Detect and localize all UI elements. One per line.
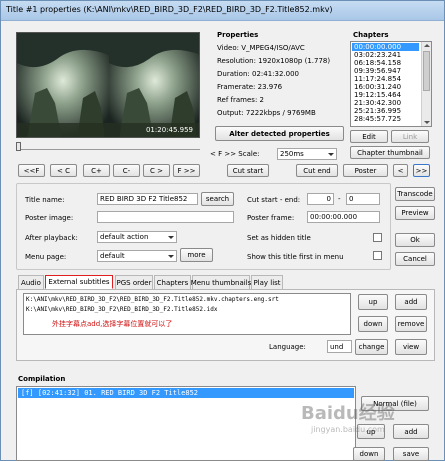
- scroll-up-icon[interactable]: [424, 44, 430, 47]
- tab-play-list[interactable]: Play list: [251, 275, 283, 289]
- menu-page-label: Menu page:: [25, 253, 67, 261]
- tab-pgs-order[interactable]: PGS order: [115, 275, 153, 289]
- cancel-button[interactable]: Cancel: [395, 252, 435, 266]
- cut-start-input[interactable]: 0: [307, 193, 334, 205]
- transport-next-file-button[interactable]: F >>: [173, 164, 200, 177]
- video-preview: 01:20:45.959: [16, 32, 200, 138]
- chapter-edit-button[interactable]: Edit: [350, 130, 388, 143]
- properties-window: Title #1 properties (K:\ANI\mkv\RED_BIRD…: [0, 0, 445, 461]
- preview-button[interactable]: Preview: [395, 206, 435, 220]
- show-first-checkbox[interactable]: [373, 251, 382, 260]
- property-resolution: Resolution: 1920x1080p (1.778): [217, 57, 331, 65]
- subtitle-add-button[interactable]: add: [395, 294, 427, 310]
- title-bar: Title #1 properties (K:\ANI\mkv\RED_BIRD…: [1, 1, 444, 21]
- video-timecode: 01:20:45.959: [145, 126, 193, 134]
- chapter-item[interactable]: 25:21:36.995: [354, 107, 401, 115]
- subtitle-view-button[interactable]: view: [395, 339, 427, 355]
- subtitle-remove-button[interactable]: remove: [395, 316, 427, 332]
- cut-range-dash: -: [338, 195, 341, 203]
- poster-frame-label: Poster frame:: [247, 214, 295, 222]
- watermark-url: jingyan.baidu.com: [311, 425, 385, 434]
- chapters-list[interactable]: 00:00:00.000 03:02:23.241 06:18:54.158 0…: [350, 41, 432, 127]
- compilation-down-button[interactable]: down: [353, 447, 385, 461]
- next-title-button[interactable]: >>: [413, 164, 430, 177]
- chapter-item[interactable]: 00:00:00.000: [352, 43, 419, 51]
- title-name-input[interactable]: RED BIRD 3D F2 Title852: [97, 193, 198, 205]
- transport-next-chapter-button[interactable]: C >: [143, 164, 170, 177]
- subtitle-up-button[interactable]: up: [358, 294, 388, 310]
- scroll-thumb[interactable]: [423, 51, 430, 91]
- chapter-item[interactable]: 28:45:57.725: [354, 115, 401, 123]
- chapter-item[interactable]: 21:30:42.300: [354, 99, 401, 107]
- chapter-thumbnail-button[interactable]: Chapter thumbnail: [350, 146, 430, 159]
- transcode-button[interactable]: Transcode: [395, 187, 435, 201]
- title-name-label: Title name:: [25, 196, 65, 204]
- cut-start-button[interactable]: Cut start: [227, 164, 269, 177]
- scroll-down-icon[interactable]: [424, 121, 430, 124]
- seek-slider[interactable]: [16, 142, 200, 151]
- cut-end-input[interactable]: 0: [346, 193, 380, 205]
- cut-end-button[interactable]: Cut end: [296, 164, 338, 177]
- subtitle-file-item[interactable]: K:\ANI\mkv\RED_BIRD_3D_F2\RED_BIRD_3D_F2…: [26, 296, 279, 303]
- search-button[interactable]: search: [201, 192, 234, 206]
- compilation-save-button[interactable]: save: [393, 447, 429, 461]
- hidden-title-label: Set as hidden title: [247, 234, 311, 242]
- tab-menu-thumbnails[interactable]: Menu thumbnails: [191, 275, 251, 289]
- watermark-logo: Baidu经验: [301, 403, 395, 424]
- show-first-label: Show this title first in menu: [247, 253, 344, 261]
- property-video: Video: V_MPEG4/ISO/AVC: [217, 44, 305, 52]
- properties-heading: Properties: [217, 31, 259, 39]
- property-duration: Duration: 02:41:32.000: [217, 70, 300, 78]
- seek-thumb[interactable]: [16, 142, 21, 151]
- compilation-heading: Compilation: [18, 375, 66, 383]
- chapter-item[interactable]: 11:17:24.854: [354, 75, 401, 83]
- chapters-scrollbar[interactable]: [421, 42, 431, 126]
- window-title: Title #1 properties (K:\ANI\mkv\RED_BIRD…: [6, 5, 333, 14]
- compilation-add-button[interactable]: add: [393, 424, 429, 439]
- after-playback-label: After playback:: [25, 234, 78, 242]
- chapter-item[interactable]: 03:02:23.241: [354, 51, 401, 59]
- poster-frame-input[interactable]: 00:00:00.000: [307, 211, 380, 223]
- scale-label: < F >> Scale:: [210, 150, 260, 158]
- more-button[interactable]: more: [180, 248, 213, 262]
- property-framerate: Framerate: 23.976: [217, 83, 283, 91]
- subtitle-files-list[interactable]: K:\ANI\mkv\RED_BIRD_3D_F2\RED_BIRD_3D_F2…: [23, 293, 351, 335]
- video-frame-image: [17, 33, 199, 137]
- poster-image-label: Poster image:: [25, 214, 74, 222]
- scale-select[interactable]: 250ms: [277, 148, 337, 160]
- chapter-item[interactable]: 16:00:31.240: [354, 83, 401, 91]
- prev-title-button[interactable]: <: [393, 164, 408, 177]
- subtitle-down-button[interactable]: down: [358, 316, 388, 332]
- tab-chapters[interactable]: Chapters: [154, 275, 191, 289]
- subtitle-file-item[interactable]: K:\ANI\mkv\RED_BIRD_3D_F2\RED_BIRD_3D_F2…: [26, 306, 217, 313]
- chapter-item[interactable]: 06:18:54.158: [354, 59, 401, 67]
- transport-add-chapter-button[interactable]: C+: [83, 164, 110, 177]
- chapters-heading: Chapters: [353, 31, 389, 39]
- property-output: Output: 7222kbps / 9769MB: [217, 109, 316, 117]
- poster-button[interactable]: Poster: [343, 164, 388, 177]
- tab-external-subtitles[interactable]: External subtitles: [45, 275, 113, 289]
- annotation-note: 外挂字幕点add,选择字幕位置就可以了: [52, 320, 173, 328]
- alter-properties-button[interactable]: Alter detected properties: [215, 126, 344, 141]
- transport-prev-file-button[interactable]: <<F: [18, 164, 45, 177]
- transport-prev-chapter-button[interactable]: < C: [50, 164, 77, 177]
- property-ref-frames: Ref frames: 2: [217, 96, 264, 104]
- language-change-button[interactable]: change: [355, 339, 388, 355]
- poster-image-input[interactable]: [97, 211, 234, 223]
- after-playback-select[interactable]: default action: [97, 231, 177, 243]
- menu-page-select[interactable]: default: [97, 250, 177, 262]
- cut-range-label: Cut start - end:: [247, 196, 301, 204]
- chapter-link-button[interactable]: Link: [391, 130, 429, 143]
- transport-remove-chapter-button[interactable]: C-: [113, 164, 140, 177]
- chapter-item[interactable]: 09:39:56.947: [354, 67, 401, 75]
- compilation-item[interactable]: [f] [02:41:32] 01. RED BIRD 3D F2 Title8…: [18, 388, 354, 398]
- chapter-item[interactable]: 19:12:15.464: [354, 91, 401, 99]
- hidden-title-checkbox[interactable]: [373, 233, 382, 242]
- language-input[interactable]: und: [327, 340, 352, 353]
- ok-button[interactable]: Ok: [395, 233, 435, 247]
- tab-audio[interactable]: Audio: [18, 275, 44, 289]
- language-label: Language:: [269, 343, 306, 351]
- baidu-watermark: Baidu经验 jingyan.baidu.com: [301, 399, 395, 434]
